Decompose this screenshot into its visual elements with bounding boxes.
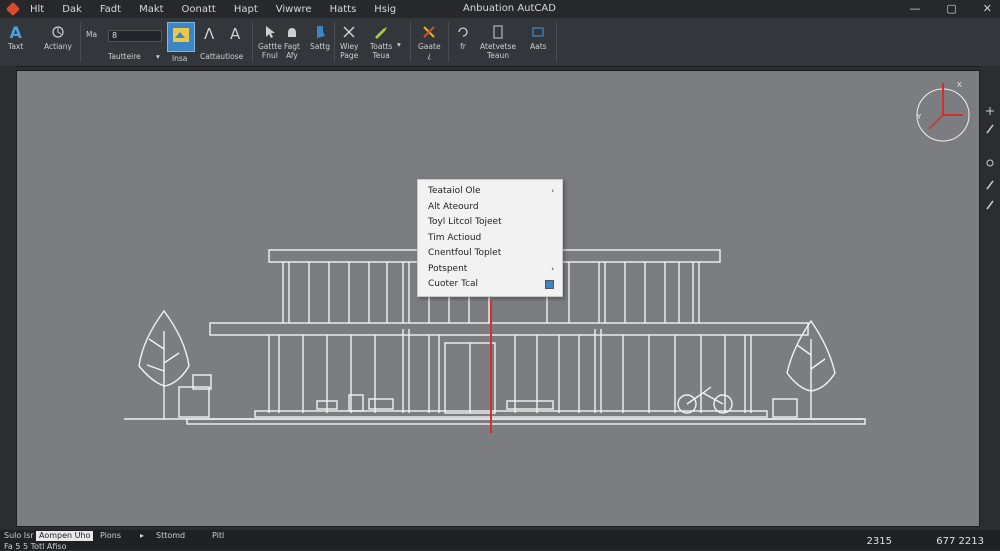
letter-a-icon: Λ xyxy=(204,25,215,43)
close-button[interactable]: ✕ xyxy=(983,2,992,15)
tools-cross-icon xyxy=(342,22,356,42)
status-tab-1[interactable]: Sulo Isr xyxy=(4,531,34,541)
context-menu-item-3-label: Toyl Litcol Tojeet xyxy=(428,217,502,227)
actions-button[interactable]: Actiany xyxy=(44,22,72,51)
status-tab-3[interactable]: Pions xyxy=(100,531,121,541)
submenu-arrow-icon-2: › xyxy=(551,264,554,273)
context-menu-item-4[interactable]: Tim Actioud xyxy=(418,231,562,247)
right-toolbar xyxy=(980,66,1000,530)
tool-7-label: fr xyxy=(460,42,466,51)
context-menu-item-5-label: Cnentfoul Toplet xyxy=(428,248,502,258)
tool-5-dropdown-icon[interactable]: ▾ xyxy=(397,40,401,49)
status-tab-active[interactable]: Aompen Uho xyxy=(36,531,94,541)
text-tool-label: Taxt xyxy=(8,42,24,51)
menu-item-3[interactable]: Fadt xyxy=(100,4,121,15)
menu-item-5[interactable]: Oonatt xyxy=(182,4,216,15)
context-menu: Teataiol Ole › Alt Ateourd Toyl Litcol T… xyxy=(417,179,563,297)
tool-1-button[interactable]: Gattte FnuI xyxy=(258,22,282,60)
context-menu-item-7[interactable]: Cuoter Tcal xyxy=(418,277,562,293)
drawing-canvas[interactable]: Y X xyxy=(16,70,980,527)
status-tab-4-icon[interactable]: ▸ xyxy=(140,531,144,541)
nav-icon-4[interactable] xyxy=(985,176,995,190)
tool-2-label: Fagt Afy xyxy=(284,42,300,60)
tools-x-color-icon xyxy=(422,22,436,42)
menu-item-2[interactable]: Dak xyxy=(62,4,82,15)
brush-icon xyxy=(373,22,389,42)
tool-1-label: Gattte FnuI xyxy=(258,42,282,60)
letter-a-icon-2: A xyxy=(230,25,241,43)
checkbox-icon xyxy=(545,280,554,289)
menu-item-9[interactable]: Hsig xyxy=(374,4,396,15)
context-menu-item-3[interactable]: Toyl Litcol Tojeet xyxy=(418,215,562,231)
file-icon xyxy=(492,22,504,42)
left-panel xyxy=(0,66,16,530)
tool-6-button[interactable]: Gaate ¿ xyxy=(418,22,441,60)
text-size-field[interactable]: 8 xyxy=(108,30,162,42)
text-style-a-button[interactable]: Λ xyxy=(204,24,214,44)
context-menu-item-6[interactable]: Potspent › xyxy=(418,262,562,278)
svg-text:Y: Y xyxy=(916,113,922,121)
text-a-icon: A xyxy=(9,22,22,42)
actions-icon xyxy=(51,22,65,42)
context-menu-item-7-label: Cuoter Tcal xyxy=(428,279,479,289)
tool-3-label: Sattg xyxy=(310,42,330,51)
tool-9-label: Aats xyxy=(530,42,547,51)
actions-label: Actiany xyxy=(44,42,72,51)
menu-item-4[interactable]: Makt xyxy=(139,4,163,15)
context-menu-item-2-label: Alt Ateourd xyxy=(428,201,479,212)
text-tool-button[interactable]: A Taxt xyxy=(8,22,24,52)
tool-7-button[interactable]: fr xyxy=(456,22,470,51)
status-bar: Sulo Isr Aompen Uho Pions ▸ Sttomd Pitl … xyxy=(0,530,1000,551)
tool-4-button[interactable]: Wiey Page xyxy=(340,22,358,60)
menu-item-6[interactable]: Hapt xyxy=(234,4,258,15)
menu-item-1[interactable]: Hlt xyxy=(30,4,44,15)
tool-4-label: Wiey Page xyxy=(340,42,359,60)
svg-text:X: X xyxy=(957,81,962,89)
menu-item-8[interactable]: Hatts xyxy=(330,4,357,15)
group-text-label: Tautteire xyxy=(108,52,141,61)
group-dropdown-icon[interactable]: ▾ xyxy=(156,52,160,61)
hand-icon xyxy=(285,22,299,42)
nav-icon-1[interactable] xyxy=(985,102,995,115)
window-controls: — ▢ ✕ xyxy=(909,2,992,15)
group-constructions-label: Cattautiose xyxy=(200,52,244,61)
ribbon-toolbar: A Taxt Actiany Ma 8 Tautteire ▾ lnsa Λ A… xyxy=(0,18,1000,67)
context-menu-item-2[interactable]: Alt Ateourd xyxy=(418,200,562,216)
minimize-button[interactable]: — xyxy=(909,2,920,15)
menu-item-7[interactable]: Viwwre xyxy=(276,4,312,15)
context-menu-item-5[interactable]: Cnentfoul Toplet xyxy=(418,246,562,262)
bucket-icon xyxy=(313,22,327,42)
tool-8-button[interactable]: Atetvetse Teaun xyxy=(480,22,516,60)
status-tab-4[interactable]: Sttomd xyxy=(156,531,185,541)
submenu-arrow-icon: › xyxy=(551,187,554,195)
text-style-b-button[interactable]: A xyxy=(230,24,240,44)
context-menu-item-4-label: Tim Actioud xyxy=(428,232,482,243)
context-menu-item-1-label: Teataiol Ole xyxy=(428,186,481,196)
maximize-button[interactable]: ▢ xyxy=(946,2,956,15)
tool-9-button[interactable]: Aats xyxy=(530,22,547,51)
tool-2-button[interactable]: Fagt Afy xyxy=(284,22,300,60)
layers-icon xyxy=(531,22,545,42)
rotate-icon xyxy=(456,22,470,42)
size-label: Ma xyxy=(86,30,98,39)
nav-icon-5[interactable] xyxy=(985,196,995,210)
tool-3-button[interactable]: Sattg xyxy=(310,22,330,51)
tool-8-label: Atetvetse Teaun xyxy=(480,42,517,60)
nav-icon-2[interactable] xyxy=(985,120,995,134)
nav-icon-3[interactable] xyxy=(985,154,995,167)
context-menu-item-6-label: Potspent xyxy=(428,263,468,274)
style-button[interactable] xyxy=(167,22,195,52)
coordinate-readout-1: 2315 xyxy=(866,536,892,547)
tool-5-button[interactable]: Toatts Teua xyxy=(370,22,392,60)
status-tab-5[interactable]: Pitl xyxy=(212,531,224,541)
building-drawing: Y X xyxy=(124,81,970,433)
coordinate-readout-2: 677 2213 xyxy=(936,536,984,547)
tool-6-label: Gaate ¿ xyxy=(418,42,441,60)
cursor-icon xyxy=(264,22,276,42)
window-title: Anbuation AutCAD xyxy=(463,3,556,14)
app-logo-icon[interactable] xyxy=(5,1,21,17)
context-menu-item-1[interactable]: Teataiol Ole › xyxy=(418,184,562,200)
group-x-label: lnsa xyxy=(172,54,188,63)
tool-5-label: Toatts Teua xyxy=(370,42,393,60)
